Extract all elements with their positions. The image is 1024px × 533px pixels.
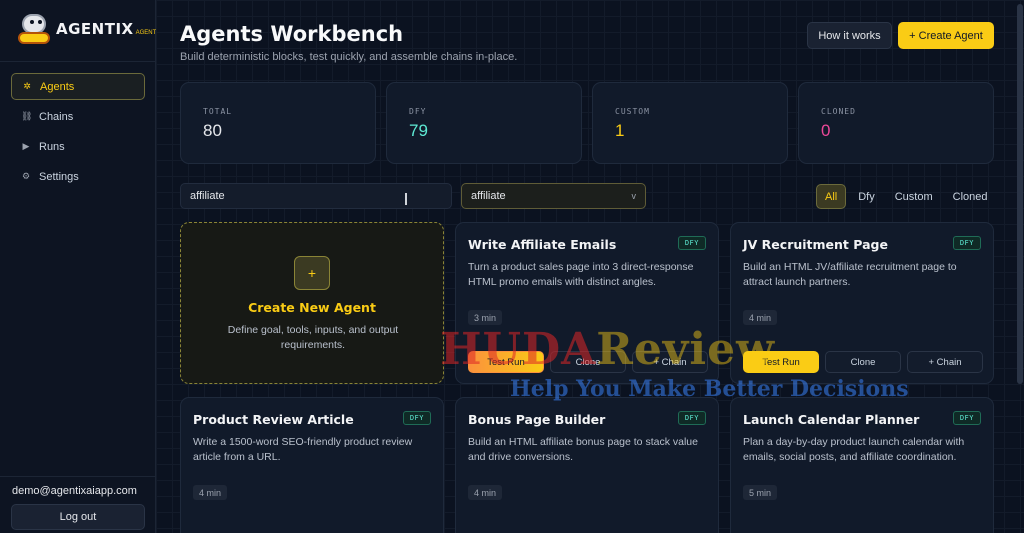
agent-card-title: JV Recruitment Page: [743, 237, 888, 252]
agent-card-description: Plan a day-by-day product launch calenda…: [743, 436, 965, 463]
stat-label: CUSTOM: [615, 107, 650, 116]
main-content: Agents Workbench Build deterministic blo…: [156, 0, 1024, 533]
agent-card-description: Write a 1500-word SEO-friendly product r…: [193, 436, 413, 463]
agent-card[interactable]: Write Affiliate Emails DFY Turn a produc…: [455, 222, 719, 384]
duration-chip: 3 min: [468, 310, 503, 325]
create-agent-button[interactable]: + Create Agent: [898, 22, 994, 49]
user-email: demo@agentixaiapp.com: [12, 485, 137, 497]
card-actions: Test Run Clone + Chain: [743, 351, 983, 373]
stat-card-custom: CUSTOM 1: [592, 82, 788, 164]
sidebar-item-agents[interactable]: ✲ Agents: [11, 73, 145, 100]
agent-card-title: Product Review Article: [193, 412, 354, 427]
filter-all[interactable]: All: [816, 184, 847, 209]
dfy-badge: DFY: [677, 236, 706, 250]
stat-value: 1: [615, 121, 625, 140]
filter-cloned[interactable]: Cloned: [945, 184, 996, 209]
search-input[interactable]: [180, 183, 452, 209]
sidebar-item-settings[interactable]: ⚙ Settings: [11, 163, 145, 190]
logo[interactable]: AGENTIX AGENTS: [16, 12, 162, 46]
create-card-description: Define goal, tools, inputs, and output r…: [227, 324, 399, 351]
test-run-button[interactable]: Test Run: [743, 351, 819, 373]
agent-card-description: Turn a product sales page into 3 direct-…: [468, 261, 694, 288]
play-icon: ▶: [22, 141, 30, 151]
add-chain-button[interactable]: + Chain: [907, 351, 983, 373]
stat-value: 0: [821, 121, 831, 140]
stat-card-total: TOTAL 80: [180, 82, 376, 164]
agent-card[interactable]: Bonus Page Builder DFY Build an HTML aff…: [455, 397, 719, 533]
duration-chip: 5 min: [743, 485, 778, 500]
stat-card-cloned: CLONED 0: [798, 82, 994, 164]
dfy-badge: DFY: [952, 236, 981, 250]
dfy-badge: DFY: [402, 411, 431, 425]
logo-text: AGENTIX: [56, 20, 134, 38]
sidebar-divider: [0, 476, 156, 477]
stat-label: DFY: [409, 107, 427, 116]
agent-card[interactable]: Launch Calendar Planner DFY Plan a day-b…: [730, 397, 994, 533]
scrollbar-thumb[interactable]: [1017, 4, 1023, 384]
sidebar-item-label: Agents: [40, 80, 75, 93]
agent-card[interactable]: JV Recruitment Page DFY Build an HTML JV…: [730, 222, 994, 384]
category-select-value: affiliate: [471, 190, 506, 202]
sparkle-icon: ✲: [23, 81, 31, 91]
sidebar-nav: ✲ Agents ⛓ Chains ▶ Runs ⚙ Settings: [11, 73, 145, 193]
agent-card-title: Launch Calendar Planner: [743, 412, 920, 427]
sidebar-divider: [0, 61, 156, 62]
logout-button[interactable]: Log out: [11, 504, 145, 530]
category-select[interactable]: affiliate v: [461, 183, 646, 209]
agent-card-description: Build an HTML affiliate bonus page to st…: [468, 436, 698, 463]
sidebar-item-label: Chains: [39, 110, 74, 123]
scrollbar[interactable]: [1017, 0, 1023, 533]
filter-custom[interactable]: Custom: [887, 184, 941, 209]
stat-value: 79: [409, 121, 428, 140]
gear-icon: ⚙: [21, 171, 31, 181]
duration-chip: 4 min: [743, 310, 778, 325]
clone-button[interactable]: Clone: [825, 351, 901, 373]
page-subtitle: Build deterministic blocks, test quickly…: [180, 51, 518, 63]
stat-value: 80: [203, 121, 222, 140]
dfy-badge: DFY: [952, 411, 981, 425]
agent-card-description: Build an HTML JV/affiliate recruitment p…: [743, 261, 957, 288]
add-chain-button[interactable]: + Chain: [632, 351, 708, 373]
agent-card-title: Write Affiliate Emails: [468, 237, 617, 252]
sidebar-item-runs[interactable]: ▶ Runs: [11, 133, 145, 160]
clone-button[interactable]: Clone: [550, 351, 626, 373]
stat-label: TOTAL: [203, 107, 233, 116]
duration-chip: 4 min: [193, 485, 228, 500]
create-new-agent-card[interactable]: + Create New Agent Define goal, tools, i…: [180, 222, 444, 384]
sidebar-item-label: Settings: [39, 170, 79, 183]
test-run-button[interactable]: Test Run: [468, 351, 544, 373]
dfy-badge: DFY: [677, 411, 706, 425]
sidebar-item-label: Runs: [39, 140, 65, 153]
text-cursor-icon: [405, 193, 407, 205]
page-title: Agents Workbench: [180, 22, 404, 46]
agent-card-title: Bonus Page Builder: [468, 412, 606, 427]
robot-logo-icon: [16, 12, 52, 46]
card-actions: Test Run Clone + Chain: [468, 351, 708, 373]
filter-tabs: All Dfy Custom Cloned: [816, 184, 996, 209]
plus-icon: +: [294, 256, 330, 290]
create-card-title: Create New Agent: [248, 300, 376, 315]
chain-icon: ⛓: [21, 111, 33, 121]
agent-card[interactable]: Product Review Article DFY Write a 1500-…: [180, 397, 444, 533]
sidebar-item-chains[interactable]: ⛓ Chains: [11, 103, 145, 130]
how-it-works-button[interactable]: How it works: [807, 22, 892, 49]
duration-chip: 4 min: [468, 485, 503, 500]
stat-label: CLONED: [821, 107, 856, 116]
stat-card-dfy: DFY 79: [386, 82, 582, 164]
sidebar: AGENTIX AGENTS ✲ Agents ⛓ Chains ▶ Runs …: [0, 0, 160, 533]
chevron-down-icon: v: [631, 191, 637, 201]
filter-dfy[interactable]: Dfy: [850, 184, 883, 209]
